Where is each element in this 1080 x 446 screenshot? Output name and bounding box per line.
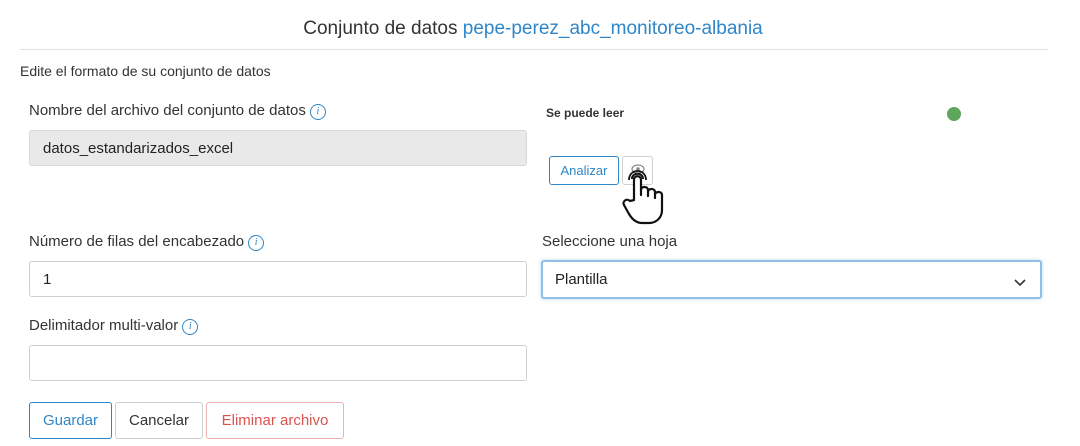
header-rows-label: Número de filas del encabezado [29, 233, 245, 250]
delimiter-label: Delimitador multi-valor [29, 317, 179, 334]
info-icon[interactable]: i [248, 235, 265, 251]
header-rows-input[interactable]: 1 [29, 261, 527, 297]
delimiter-input[interactable] [29, 345, 527, 381]
page-title: Conjunto de datos pepe-perez_abc_monitor… [0, 18, 1066, 40]
filename-label: Nombre del archivo del conjunto de datos [29, 102, 306, 119]
form-subtitle: Edite el formato de su conjunto de datos [20, 63, 271, 79]
page-title-prefix: Conjunto de datos [303, 18, 458, 39]
chevron-down-icon [1014, 274, 1026, 291]
cancel-button[interactable]: Cancelar [115, 402, 203, 439]
status-indicator [947, 107, 961, 121]
delimiter-label-row: Delimitador multi-valor i [29, 317, 199, 335]
status-label: Se puede leer [546, 106, 625, 120]
sheet-select-value: Plantilla [555, 271, 608, 288]
save-button[interactable]: Guardar [29, 402, 112, 439]
hand-pointer-cursor-icon [620, 168, 668, 226]
analyze-button[interactable]: Analizar [549, 156, 619, 185]
sheet-select[interactable]: Plantilla [541, 260, 1042, 299]
header-rows-label-row: Número de filas del encabezado i [29, 233, 265, 251]
info-icon[interactable]: i [309, 104, 326, 120]
filename-field: datos_estandarizados_excel [29, 130, 527, 166]
divider [20, 49, 1048, 50]
filename-label-row: Nombre del archivo del conjunto de datos… [29, 102, 326, 120]
info-icon[interactable]: i [182, 319, 199, 335]
delete-file-button[interactable]: Eliminar archivo [206, 402, 344, 439]
sheet-label: Seleccione una hoja [542, 233, 678, 250]
dataset-name-link[interactable]: pepe-perez_abc_monitoreo-albania [463, 18, 763, 39]
